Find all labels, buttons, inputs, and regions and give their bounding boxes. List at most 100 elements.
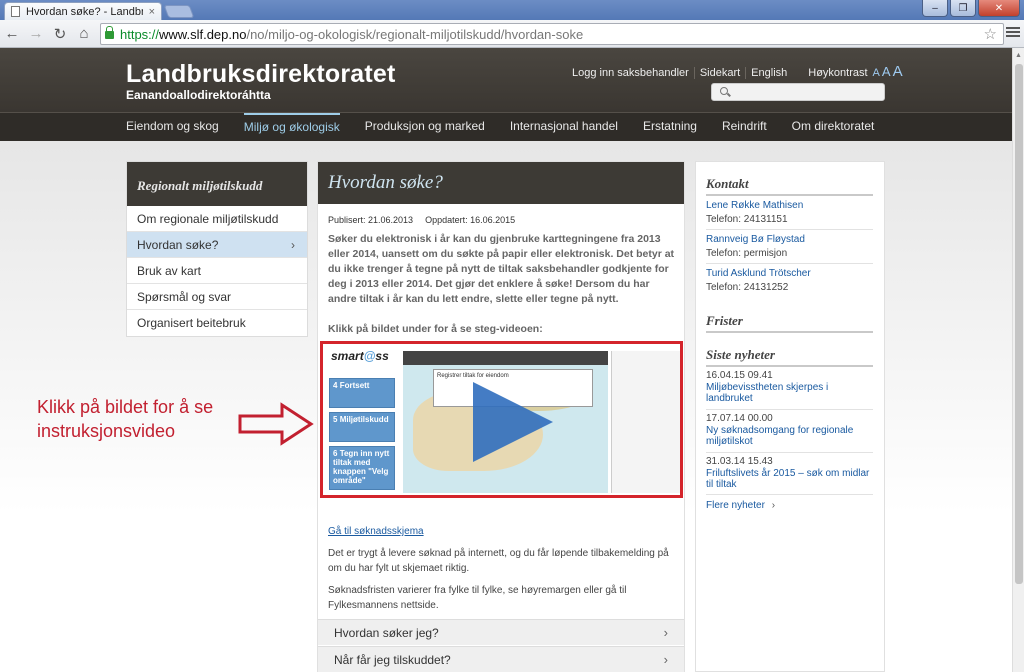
nav-item-erstatning[interactable]: Erstatning [643,113,697,141]
browser-menu-icon[interactable] [1006,27,1020,39]
divider [706,452,873,453]
text-size-small[interactable]: A [873,67,881,79]
sidebar-item-om[interactable]: Om regionale miljøtilskudd [127,206,307,232]
address-bar[interactable]: https://www.slf.dep.no/no/miljo-og-okolo… [100,23,1004,45]
video-step: 4 Fortsett [329,378,395,408]
more-news-label: Flere nyheter [706,500,765,511]
browser-tab[interactable]: Hvordan søke? - Landbruk × [4,2,162,20]
text-size-large[interactable]: A [892,63,904,80]
bookmark-star-icon[interactable]: ☆ [984,25,997,43]
heading-rule [706,331,873,333]
nav-item-produksjon[interactable]: Produksjon og marked [365,113,485,141]
sidebar-item-bruk-av-kart[interactable]: Bruk av kart [127,258,307,284]
annotation-line: Klikk på bildet for å se [37,397,214,417]
accordion-when-paid[interactable]: Når får jeg tilskuddet? › [318,646,684,672]
site-logo-subtitle: Eanandoallodirektoráhtta [126,88,271,102]
news-date: 16.04.15 09.41 [706,370,773,381]
published-date: Publisert: 21.06.2013 [328,215,414,225]
reload-button[interactable]: ↻ [48,25,72,43]
window-controls: – ❐ ✕ [922,0,1020,17]
divider [706,409,873,410]
sidebar-item-beitebruk[interactable]: Organisert beitebruk [127,310,307,336]
main-navigation: Eiendom og skog Miljø og økologisk Produ… [0,112,1012,141]
new-tab-button[interactable] [163,5,195,18]
page-scrollbar[interactable]: ▲ [1012,48,1024,672]
forward-button[interactable]: → [24,25,48,42]
back-button[interactable]: ← [0,25,24,42]
divider [706,494,873,495]
article-meta: Publisert: 21.06.2013 Oppdatert: 16.06.20… [328,215,515,225]
contact-entry: Rannveig Bø Fløystad Telefon: permisjon [706,233,873,261]
news-date: 17.07.14 00.00 [706,413,773,424]
sitemap-link[interactable]: Sidekart [693,67,745,79]
annotation-arrow-icon [238,402,314,446]
section-sidebar: Regionalt miljøtilskudd Om regionale mil… [126,161,308,337]
body-paragraph: Søknadsfristen varierer fra fylke til fy… [328,585,627,611]
minimize-button[interactable]: – [922,0,948,17]
chevron-right-icon: › [663,652,668,667]
heading-rule [706,194,873,196]
home-button[interactable]: ⌂ [72,25,96,42]
news-heading: Siste nyheter [706,347,775,362]
chevron-right-icon: › [771,500,776,511]
video-step: 6 Tegn inn nytt tiltak med knappen "Velg… [329,446,395,490]
sidebar-item-sporsmal[interactable]: Spørsmål og svar [127,284,307,310]
news-item: 17.07.14 00.00 Ny søknadsomgang for regi… [706,413,873,448]
sidebar-item-label: Bruk av kart [137,264,202,278]
nav-item-eiendom[interactable]: Eiendom og skog [126,113,219,141]
nav-item-internasjonal[interactable]: Internasjonal handel [510,113,618,141]
contact-name[interactable]: Rannveig Bø Fløystad [706,233,873,247]
heading-rule [706,365,873,367]
text-size-medium[interactable]: A [881,64,892,79]
accordion-how-to-apply[interactable]: Hvordan søker jeg? › [318,619,684,645]
nav-item-miljo[interactable]: Miljø og økologisk [243,113,340,141]
search-icon [720,87,728,95]
application-form-link[interactable]: Gå til søknadsskjema [328,526,424,537]
divider [706,263,873,264]
close-window-button[interactable]: ✕ [978,0,1020,17]
contact-heading: Kontakt [706,176,749,191]
restore-button[interactable]: ❐ [950,0,976,17]
high-contrast-link[interactable]: Høykontrast [792,67,872,79]
sidebar-item-hvordan-soke[interactable]: Hvordan søke? › [127,232,307,258]
video-thumbnail[interactable]: smart@ss 4 Fortsett 5 Miljøtilskudd 6 Te… [320,341,683,498]
video-step: 5 Miljøtilskudd [329,412,395,442]
news-item: 31.03.14 15.43 Friluftslivets år 2015 – … [706,456,873,491]
nav-item-om-direktoratet[interactable]: Om direktoratet [792,113,875,141]
accordion-label: Hvordan søker jeg? [334,626,439,640]
site-header: Landbruksdirektoratet Eanandoallodirekto… [0,48,1012,112]
accordion-label: Når får jeg tilskuddet? [334,653,451,667]
contact-entry: Lene Røkke Mathisen Telefon: 24131151 [706,199,873,227]
page-icon [11,6,20,17]
news-item: 16.04.15 09.41 Miljøbevisstheten skjerpe… [706,370,873,405]
nav-item-reindrift[interactable]: Reindrift [722,113,767,141]
scroll-up-icon[interactable]: ▲ [1015,52,1022,59]
news-link[interactable]: Miljøbevisstheten skjerpes i landbruket [706,382,873,405]
site-logo[interactable]: Landbruksdirektoratet [126,60,396,89]
contact-name[interactable]: Lene Røkke Mathisen [706,199,873,213]
news-link[interactable]: Friluftslivets år 2015 – søk om midlar t… [706,468,873,491]
tab-title: Hvordan søke? - Landbruk [26,5,143,18]
article: Hvordan søke? Publisert: 21.06.2013 Oppda… [317,161,685,672]
site-search-input[interactable] [711,83,885,101]
video-brand-logo: smart@ss [331,349,389,363]
utility-links: Logg inn saksbehandler Sidekart English … [572,63,904,80]
contact-name[interactable]: Turid Asklund Trötscher [706,267,873,281]
chevron-right-icon: › [663,625,668,640]
play-icon[interactable] [473,382,553,462]
news-link[interactable]: Ny søknadsomgang for regionale miljøtils… [706,425,873,448]
map-toolbar [403,351,608,365]
lock-icon [105,26,114,39]
tab-close-icon[interactable]: × [149,6,155,18]
more-news-link[interactable]: Flere nyheter › [706,500,775,511]
scrollbar-thumb[interactable] [1015,64,1023,584]
login-link[interactable]: Logg inn saksbehandler [572,67,694,79]
updated-date: Oppdatert: 16.06.2015 [425,215,516,225]
contact-phone: Telefon: 24131151 [706,214,788,225]
sidebar-item-label: Om regionale miljøtilskudd [137,212,279,226]
english-link[interactable]: English [745,67,792,79]
news-date: 31.03.14 15.43 [706,456,773,467]
sidebar-item-label: Spørsmål og svar [137,290,232,304]
body-paragraph: Det er trygt å levere søknad på internet… [328,548,669,574]
article-lead: Søker du elektronisk i år kan du gjenbru… [328,233,675,305]
